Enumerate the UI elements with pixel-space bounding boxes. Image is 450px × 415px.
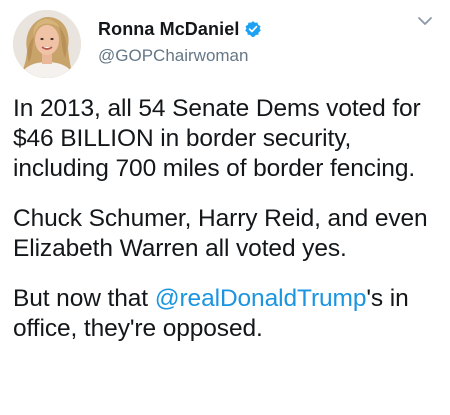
tweet-text: In 2013, all 54 Senate Dems voted for $4… xyxy=(12,94,438,344)
tweet-header: Ronna McDaniel @GOPChairwoman xyxy=(12,10,438,82)
avatar[interactable] xyxy=(13,10,81,78)
name-row: Ronna McDaniel xyxy=(98,18,438,40)
mention-link[interactable]: @realDonaldTrump xyxy=(155,285,367,312)
author-info: Ronna McDaniel @GOPChairwoman xyxy=(98,18,438,66)
tweet-paragraph-3: But now that @realDonaldTrump's in offic… xyxy=(13,284,438,344)
tweet-card: Ronna McDaniel @GOPChairwoman In 2013, a… xyxy=(0,0,450,415)
chevron-down-icon[interactable] xyxy=(414,10,436,32)
tweet-paragraph-2: Chuck Schumer, Harry Reid, and even Eliz… xyxy=(13,205,428,262)
verified-badge-icon xyxy=(244,20,262,38)
paragraph-3-prefix: But now that xyxy=(13,285,155,312)
display-name[interactable]: Ronna McDaniel xyxy=(98,19,239,40)
author-handle[interactable]: @GOPChairwoman xyxy=(98,46,438,66)
tweet-paragraph-1: In 2013, all 54 Senate Dems voted for $4… xyxy=(13,95,421,182)
